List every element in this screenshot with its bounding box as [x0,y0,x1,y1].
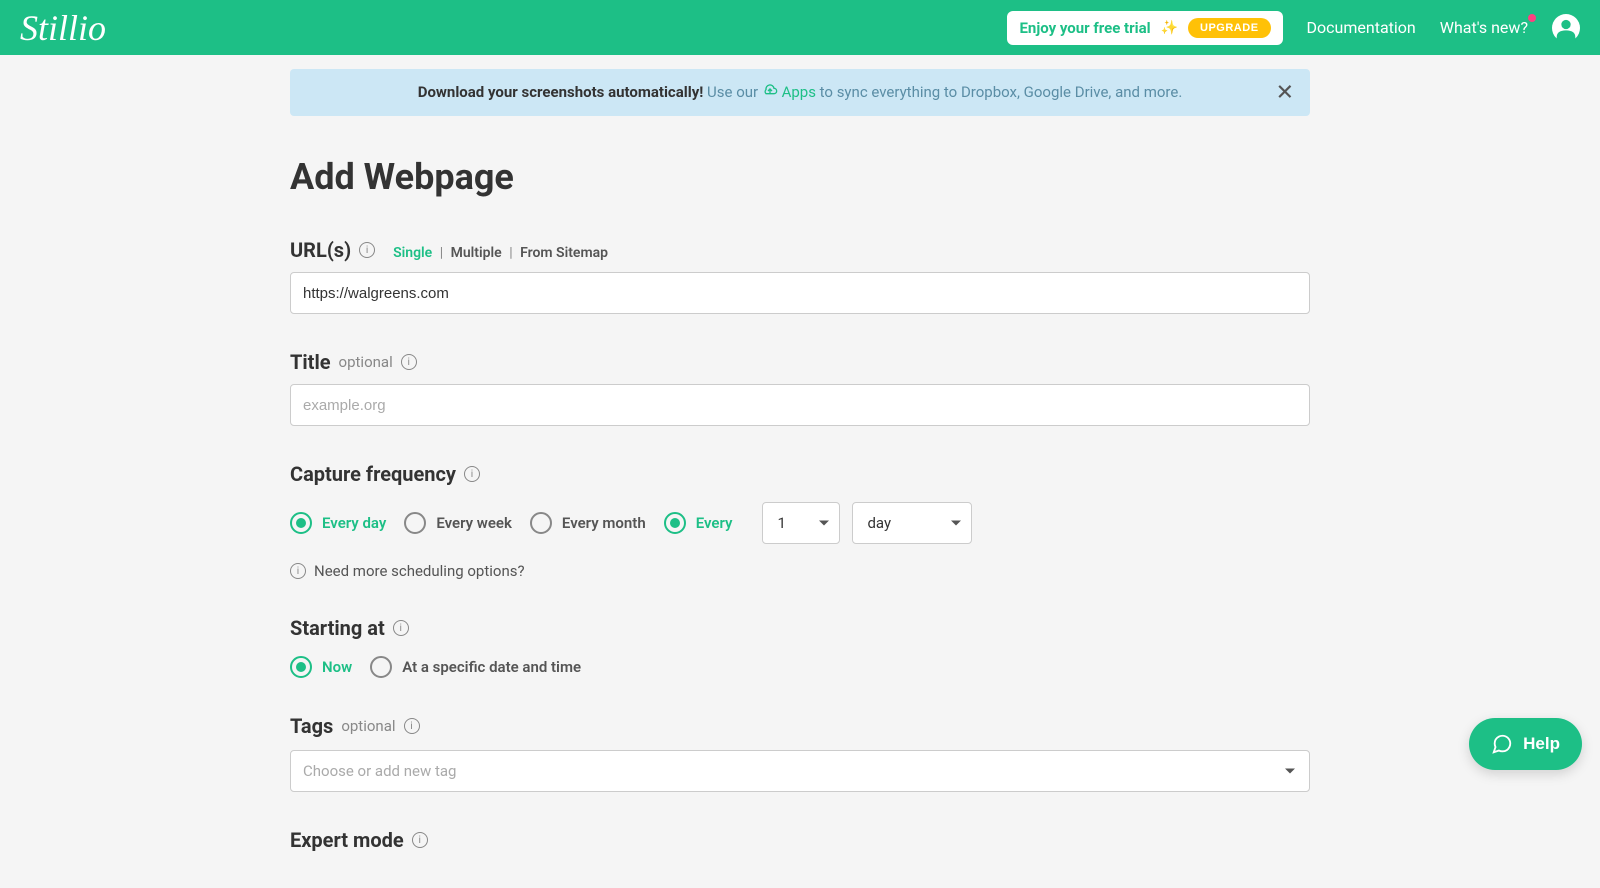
sparkle-icon: ✨ [1161,20,1178,36]
user-avatar-icon[interactable] [1552,14,1580,42]
info-icon[interactable]: i [401,354,417,370]
whats-new-label: What's new? [1440,18,1528,37]
nav-documentation[interactable]: Documentation [1307,18,1416,37]
radio-now[interactable]: Now [290,656,352,678]
url-modes: Single | Multiple | From Sitemap [393,245,608,261]
expert-form-group: Expert mode i [290,828,1310,852]
trial-box: Enjoy your free trial ✨ UPGRADE [1007,11,1282,45]
url-separator: | [440,245,443,261]
info-icon[interactable]: i [412,832,428,848]
url-mode-single[interactable]: Single [393,245,432,261]
tags-label-text: Tags [290,714,333,738]
radio-every-week[interactable]: Every week [404,512,512,534]
banner-text-2: to sync everything to Dropbox, Google Dr… [820,83,1183,101]
banner-apps-link[interactable]: Apps [782,83,820,101]
url-separator: | [509,245,512,261]
nav-whats-new[interactable]: What's new? [1440,18,1528,37]
url-mode-sitemap[interactable]: From Sitemap [520,245,608,261]
frequency-selects: 1 day [762,502,972,544]
starting-radio-row: Now At a specific date and time [290,656,1310,678]
schedule-note-text: Need more scheduling options? [314,562,525,580]
tags-select[interactable]: Choose or add new tag [290,750,1310,792]
info-icon[interactable]: i [404,718,420,734]
frequency-label: Capture frequency i [290,462,480,486]
banner-text-1: Use our [707,83,762,101]
banner-bold-text: Download your screenshots automatically! [418,83,704,101]
help-label: Help [1523,734,1560,754]
info-icon[interactable]: i [359,242,375,258]
banner-close-button[interactable]: ✕ [1276,80,1294,105]
title-label-text: Title [290,350,331,374]
main-container: Download your screenshots automatically!… [270,69,1330,852]
schedule-note: i Need more scheduling options? [290,562,1310,580]
notification-dot-icon [1528,14,1536,22]
url-input[interactable] [290,272,1310,314]
url-label-text: URL(s) [290,238,351,262]
info-icon[interactable]: i [393,620,409,636]
chevron-down-icon [1285,769,1295,774]
frequency-label-text: Capture frequency [290,462,456,486]
interval-value: 1 [777,514,785,532]
upgrade-button[interactable]: UPGRADE [1188,18,1271,38]
info-banner: Download your screenshots automatically!… [290,69,1310,116]
tags-placeholder: Choose or add new tag [303,762,456,780]
expert-label: Expert mode i [290,828,428,852]
title-label: Title optional i [290,350,417,374]
trial-text: Enjoy your free trial [1019,19,1150,37]
info-icon[interactable]: i [464,466,480,482]
interval-value-select[interactable]: 1 [762,502,840,544]
expert-label-text: Expert mode [290,828,404,852]
interval-unit: day [867,514,891,532]
main-header: Stillio Enjoy your free trial ✨ UPGRADE … [0,0,1600,55]
radio-every-month[interactable]: Every month [530,512,646,534]
radio-specific-time[interactable]: At a specific date and time [370,656,581,678]
tags-label: Tags optional i [290,714,420,738]
radio-icon [290,656,312,678]
radio-icon [290,512,312,534]
radio-every-week-label: Every week [436,514,512,532]
url-mode-multiple[interactable]: Multiple [451,245,502,261]
radio-icon [370,656,392,678]
url-form-group: URL(s) i Single | Multiple | From Sitema… [290,238,1310,314]
radio-icon [404,512,426,534]
page-title: Add Webpage [290,156,1310,198]
title-optional: optional [339,353,393,371]
header-right: Enjoy your free trial ✨ UPGRADE Document… [1007,11,1580,45]
radio-specific-label: At a specific date and time [402,658,581,676]
logo[interactable]: Stillio [20,7,106,49]
radio-now-label: Now [322,658,352,676]
help-button[interactable]: Help [1469,718,1582,770]
radio-every-custom-label: Every [696,514,733,532]
chevron-down-icon [951,521,961,526]
starting-label: Starting at i [290,616,409,640]
frequency-radio-row: Every day Every week Every month Every 1 [290,502,1310,544]
cloud-upload-icon [762,84,778,102]
tags-optional: optional [341,717,395,735]
info-icon[interactable]: i [290,563,306,579]
title-input[interactable] [290,384,1310,426]
starting-label-text: Starting at [290,616,385,640]
radio-icon [530,512,552,534]
tags-form-group: Tags optional i Choose or add new tag [290,714,1310,792]
title-form-group: Title optional i [290,350,1310,426]
chat-icon [1491,733,1513,755]
chevron-down-icon [819,521,829,526]
radio-every-day[interactable]: Every day [290,512,386,534]
starting-form-group: Starting at i Now At a specific date and… [290,616,1310,678]
radio-every-day-label: Every day [322,514,386,532]
interval-unit-select[interactable]: day [852,502,972,544]
radio-icon [664,512,686,534]
frequency-form-group: Capture frequency i Every day Every week… [290,462,1310,580]
radio-every-month-label: Every month [562,514,646,532]
url-label: URL(s) i [290,238,375,262]
radio-every-custom[interactable]: Every [664,512,733,534]
